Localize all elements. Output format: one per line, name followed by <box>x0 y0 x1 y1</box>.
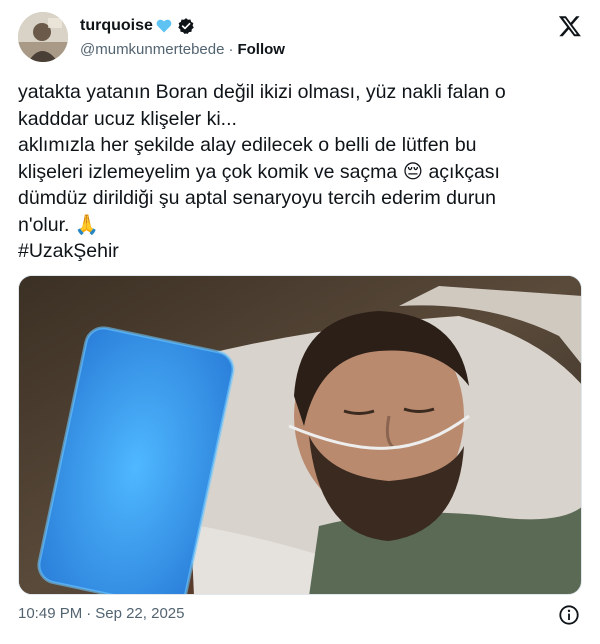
pensive-face-emoji-icon: 😔 <box>402 159 424 183</box>
tweet-text-segment: açıkçası <box>428 160 500 183</box>
timestamp-time: 10:49 PM <box>18 605 83 622</box>
timestamp[interactable]: 10:49 PM · Sep 22, 2025 <box>18 605 184 622</box>
tweet-text-segment: klişeleri izlemeyelim ya çok komik ve sa… <box>18 160 398 183</box>
x-logo-icon[interactable] <box>558 14 582 38</box>
tweet-footer: 10:49 PM · Sep 22, 2025 <box>18 604 582 626</box>
verified-badge-icon <box>177 17 195 35</box>
tweet-text-segment: n'olur. <box>18 213 70 236</box>
separator-dot: · <box>86 605 92 622</box>
tweet-text-line: kadddar ucuz klişeler ki... <box>18 107 237 130</box>
name-row: turquoise <box>80 17 195 35</box>
follow-button[interactable]: Follow <box>237 41 285 58</box>
tweet-text-line: n'olur. 🙏 <box>18 212 578 239</box>
tweet-header: turquoise @mumkunmertebede · Follow <box>18 12 584 68</box>
avatar[interactable] <box>18 12 68 62</box>
tweet-media-image[interactable] <box>18 275 582 595</box>
display-name[interactable]: turquoise <box>80 17 153 35</box>
tweet-card: turquoise @mumkunmertebede · Follow yata… <box>0 0 600 644</box>
info-icon[interactable] <box>558 604 580 626</box>
timestamp-date: Sep 22, 2025 <box>95 605 185 622</box>
video-still-man-in-hospital-bed-icon <box>19 276 581 594</box>
hashtag-link[interactable]: #UzakŞehir <box>18 238 578 265</box>
tweet-text-line: dümdüz dirildiği şu aptal senaryoyu terc… <box>18 187 496 209</box>
light-blue-heart-icon <box>156 18 172 34</box>
separator-dot: · <box>228 41 234 58</box>
folded-hands-emoji-icon: 🙏 <box>74 212 100 236</box>
tweet-text-line: yatakta yatanın Boran değil ikizi olması… <box>18 81 506 103</box>
tweet-text-line: klişeleri izlemeyelim ya çok komik ve sa… <box>18 159 578 186</box>
tweet-text-line: aklımızla her şekilde alay edilecek o be… <box>18 134 477 156</box>
handle-row: @mumkunmertebede · Follow <box>80 41 285 58</box>
handle[interactable]: @mumkunmertebede <box>80 41 224 58</box>
tweet-text: yatakta yatanın Boran değil ikizi olması… <box>18 79 578 265</box>
